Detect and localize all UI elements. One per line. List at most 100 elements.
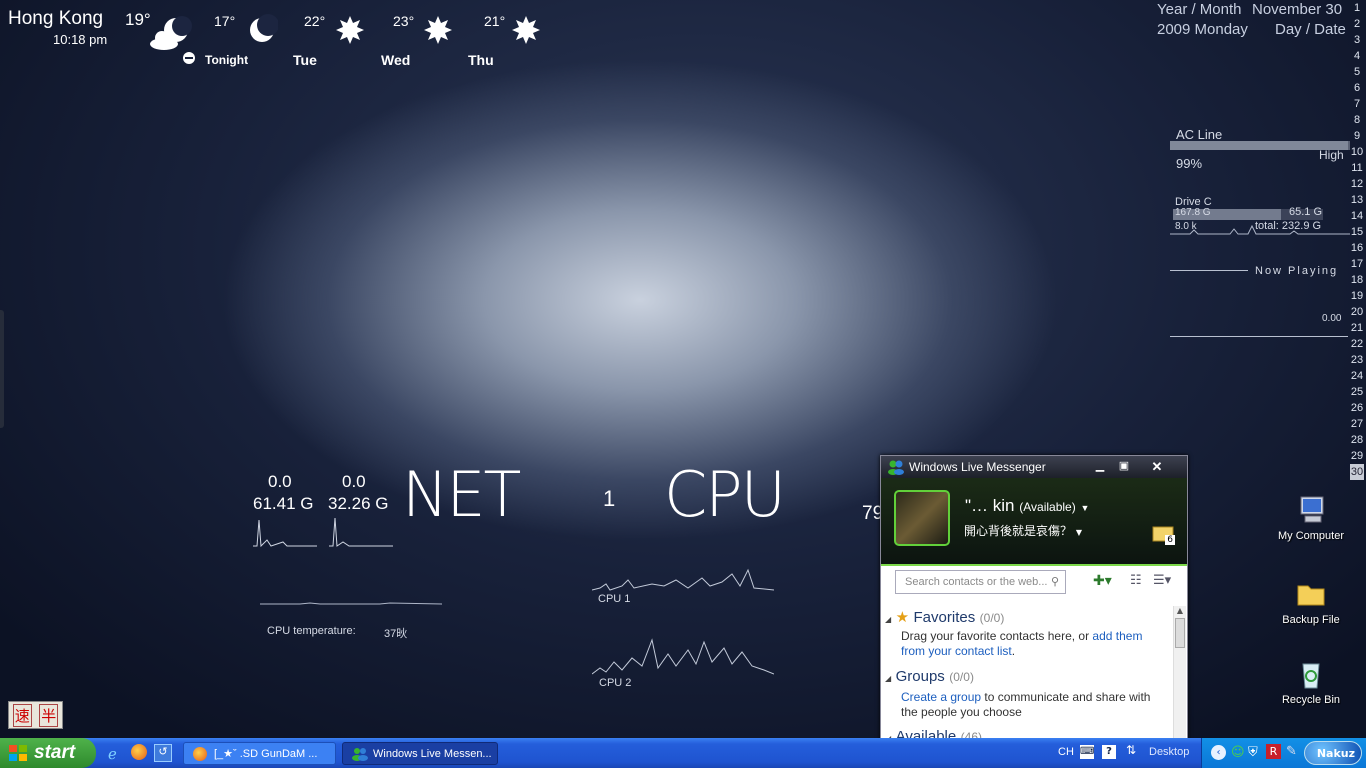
- display-name-text: "… kin: [965, 496, 1015, 515]
- close-button[interactable]: ✕: [1146, 459, 1168, 474]
- desktop-icon-label: Recycle Bin: [1281, 694, 1341, 706]
- net-up-total: 32.26 G: [328, 494, 389, 513]
- cpu-title: CPU: [664, 458, 786, 531]
- calendar-day: 23: [1350, 354, 1364, 366]
- antivirus-icon[interactable]: R: [1266, 744, 1281, 759]
- desktop-icon-recycle-bin[interactable]: Recycle Bin: [1271, 658, 1351, 706]
- start-button[interactable]: start: [0, 738, 96, 768]
- firefox-quicklaunch-icon[interactable]: [131, 744, 147, 760]
- create-group-link[interactable]: Create a group: [901, 690, 981, 704]
- show-desktop-quicklaunch-icon[interactable]: ↺: [154, 744, 172, 762]
- calendar-day: 11: [1351, 162, 1363, 174]
- calendar-day-list: 1 2 3 4 5 6 7 8 9 10 11 12 13 14 15 16 17 18 19 20 21 22 23 24 2…: [1350, 0, 1364, 480]
- cpu-temp-label: CPU temperature:: [267, 625, 356, 637]
- favorites-title: Favorites: [913, 609, 976, 626]
- calendar-year-weekday: 2009 Monday: [1157, 21, 1248, 38]
- ime-speed-button[interactable]: 速: [12, 703, 32, 727]
- messenger-buddy-icon: [888, 460, 904, 475]
- search-placeholder: Search contacts or the web...: [905, 576, 1048, 588]
- keyboard-icon[interactable]: ⌨: [1080, 745, 1094, 759]
- tool-tray-icon[interactable]: ✎: [1286, 744, 1297, 759]
- messenger-titlebar[interactable]: Windows Live Messenger ▁ ▣ ✕: [881, 456, 1187, 478]
- language-indicator[interactable]: CH: [1058, 746, 1074, 758]
- messenger-title: Windows Live Messenger: [909, 460, 1046, 474]
- groups-hint: Create a group to communicate and share …: [885, 690, 1168, 720]
- sidebar-edge-handle[interactable]: [0, 310, 4, 428]
- calendar-day: 14: [1350, 210, 1364, 222]
- calendar-day-date-label: Day / Date: [1275, 21, 1346, 38]
- star-icon: ★: [895, 609, 910, 626]
- contact-search-input[interactable]: Search contacts or the web... ⚲: [895, 570, 1066, 594]
- calendar-day: 30: [1350, 464, 1364, 480]
- search-icon: ⚲: [1050, 576, 1059, 588]
- change-layout-icon[interactable]: ☷: [1130, 573, 1142, 588]
- ie-quicklaunch-icon[interactable]: ℯ: [108, 745, 117, 763]
- firefox-icon: [193, 747, 207, 761]
- forecast-day-wed: Wed: [381, 52, 411, 68]
- drive-activity-graph: [1170, 224, 1350, 235]
- cpu-temp-graph: [260, 602, 442, 605]
- power-level: High: [1319, 148, 1344, 162]
- cpu2-label: CPU 2: [599, 677, 632, 689]
- calendar-day: 5: [1353, 66, 1361, 78]
- calendar-day: 15: [1350, 226, 1364, 238]
- current-temp: 19°: [125, 10, 151, 29]
- cpu1-graph: [592, 568, 774, 591]
- sun-icon: [512, 16, 540, 44]
- display-name[interactable]: "… kin (Available) ▼: [965, 496, 1089, 516]
- favorites-hint-end: .: [1011, 644, 1016, 658]
- minimize-button[interactable]: ▁: [1089, 459, 1111, 474]
- tray-expand-icon[interactable]: ‹: [1211, 745, 1226, 760]
- cpu1-label: CPU 1: [598, 593, 631, 605]
- start-label: start: [34, 742, 76, 763]
- ime-toolbar[interactable]: 速 半: [8, 701, 63, 729]
- taskbar-button-firefox[interactable]: [_★ˇ .SD GunDaM ...: [183, 742, 336, 765]
- favorites-hint-text: Drag your favorite contacts here, or: [901, 629, 1093, 643]
- weather-city: Hong Kong: [8, 8, 104, 29]
- drive-free: 65.1 G: [1289, 206, 1323, 218]
- now-playing-bottom-divider: [1170, 336, 1348, 337]
- folder-icon: [1297, 585, 1325, 606]
- nakuz-label: Nakuz: [1316, 747, 1355, 760]
- calendar-day: 3: [1353, 34, 1361, 46]
- messenger-buddy-icon: [352, 748, 368, 761]
- avatar[interactable]: [894, 490, 950, 546]
- personal-message[interactable]: 開心背後就是哀傷？ ▼: [964, 522, 1082, 539]
- maximize-button[interactable]: ▣: [1113, 459, 1135, 474]
- language-bar-options-icon[interactable]: ⇅: [1126, 743, 1136, 757]
- cloud-moon-icon: [150, 16, 192, 50]
- recycle-bin-icon: [1302, 663, 1320, 689]
- scroll-up-icon[interactable]: ▲: [1174, 606, 1186, 615]
- menu-icon[interactable]: ☰▾: [1153, 573, 1171, 588]
- groups-title: Groups: [895, 668, 945, 685]
- forecast-temp-thu: 21°: [484, 13, 506, 29]
- desktop-toolbar-label[interactable]: Desktop: [1149, 746, 1189, 758]
- status-text: (Available): [1019, 500, 1076, 514]
- inbox-count: 6: [1165, 535, 1175, 545]
- favorites-header[interactable]: ◢ ★ Favorites (0/0): [885, 608, 1168, 627]
- chevron-down-icon: ▼: [1075, 528, 1082, 537]
- help-icon[interactable]: ?: [1102, 745, 1116, 759]
- cpu2-graph: [592, 638, 774, 675]
- desktop-icon-my-computer[interactable]: My Computer: [1271, 494, 1351, 542]
- forecast-temp-wed: 23°: [393, 13, 415, 29]
- groups-section: ◢ Groups (0/0) Create a group to communi…: [885, 668, 1168, 720]
- desktop-icon-backup-file[interactable]: Backup File: [1271, 578, 1351, 626]
- groups-count: (0/0): [949, 670, 974, 684]
- security-shield-icon[interactable]: ⛨: [1248, 745, 1258, 760]
- contact-list-scrollbar[interactable]: ▲: [1173, 606, 1186, 739]
- messenger-tray-icon[interactable]: ☺: [1231, 745, 1245, 760]
- net-up-rate: 0.0: [342, 472, 366, 491]
- inbox-button[interactable]: 6: [1151, 523, 1177, 545]
- scrollbar-thumb[interactable]: [1175, 618, 1185, 648]
- forecast-day-tonight: Tonight: [205, 53, 249, 67]
- add-contact-icon[interactable]: ✚▾: [1093, 573, 1112, 589]
- groups-header[interactable]: ◢ Groups (0/0): [885, 668, 1168, 686]
- ime-halfwidth-button[interactable]: 半: [39, 703, 59, 727]
- cpu-temp-value: 37炚: [384, 628, 408, 640]
- collapse-arrow-icon: ◢: [885, 615, 892, 624]
- calendar-day: 7: [1353, 98, 1361, 110]
- calendar-day: 26: [1350, 402, 1364, 414]
- taskbar-button-messenger[interactable]: Windows Live Messen...: [342, 742, 498, 765]
- nakuz-tray-badge[interactable]: Nakuz: [1304, 741, 1362, 765]
